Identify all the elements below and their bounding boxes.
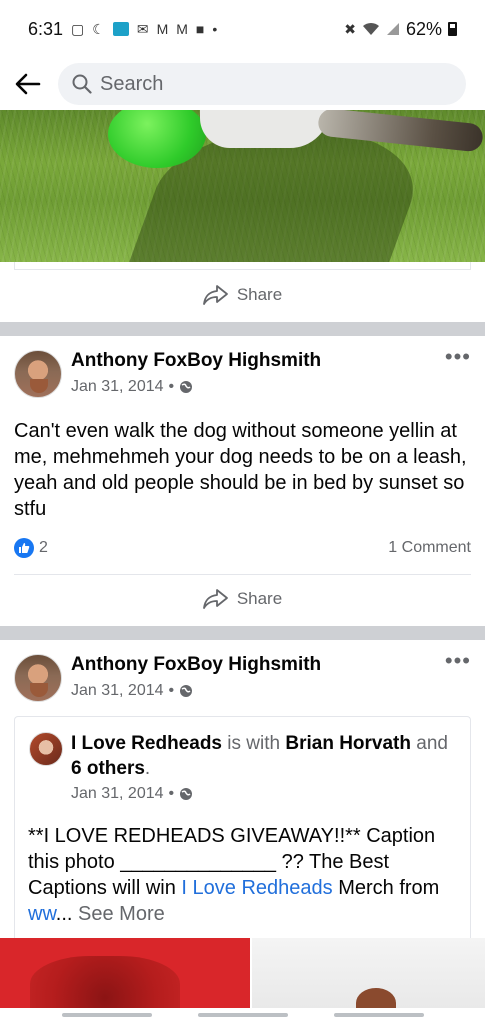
avatar-beard — [30, 683, 48, 697]
photo-red-chair[interactable] — [0, 938, 250, 1008]
status-bar: 6:31 ▢ ☾ ✉ M M ■ • ✖ 62% — [0, 0, 485, 58]
globe-icon — [180, 685, 193, 697]
photo-redhead[interactable] — [252, 938, 485, 1008]
shared-post-text: **I LOVE REDHEADS GIVEAWAY!!** Caption t… — [28, 823, 460, 927]
wifi-icon — [362, 22, 379, 35]
post-date[interactable]: Jan 31, 2014 — [71, 378, 164, 396]
more-options-icon[interactable]: ••• — [445, 346, 471, 368]
share-icon — [202, 589, 228, 609]
moon-icon: ☾ — [92, 20, 105, 37]
search-input[interactable]: Search — [58, 63, 466, 105]
period: . — [144, 758, 151, 779]
system-nav-bar — [0, 1008, 485, 1023]
url-link[interactable]: ww — [28, 903, 56, 925]
post-divider — [0, 322, 485, 336]
more-options-icon[interactable]: ••• — [445, 650, 471, 672]
dot-icon: • — [212, 21, 218, 37]
see-more-link[interactable]: See More — [78, 903, 165, 925]
shared-post-meta: Jan 31, 2014 • — [71, 785, 193, 803]
card-edge — [14, 262, 471, 270]
post-text: Can't even walk the dog without someone … — [14, 420, 467, 520]
others-link[interactable]: 6 others — [71, 758, 145, 779]
search-icon — [72, 74, 92, 94]
meta-dot: • — [168, 378, 175, 395]
tagged-person[interactable]: Brian Horvath — [285, 733, 411, 754]
page-name[interactable]: I Love Redheads — [71, 733, 222, 754]
home-button[interactable] — [198, 1013, 288, 1017]
hair-shape — [356, 988, 396, 1008]
back-arrow-icon — [15, 73, 41, 95]
post-date[interactable]: Jan 31, 2014 — [71, 682, 164, 700]
page-avatar[interactable] — [29, 732, 63, 766]
meta-dot: • — [168, 682, 175, 699]
signal-icon — [386, 23, 399, 35]
shared-post-date[interactable]: Jan 31, 2014 — [71, 785, 164, 803]
post-header: Anthony FoxBoy Highsmith Jan 31, 2014 • … — [14, 650, 471, 706]
person-icon: ■ — [195, 21, 205, 37]
shared-post-header: I Love Redheads is with Brian Horvath an… — [71, 731, 461, 781]
shared-post-photos[interactable] — [0, 938, 485, 1008]
app-icon — [112, 22, 129, 36]
author-name[interactable]: Anthony FoxBoy Highsmith — [71, 654, 321, 676]
action-divider — [14, 574, 471, 575]
shared-post-card[interactable]: I Love Redheads is with Brian Horvath an… — [14, 716, 471, 938]
gmail-icon: M — [156, 21, 169, 37]
recents-button[interactable] — [62, 1013, 152, 1017]
status-time: 6:31 — [28, 18, 64, 39]
back-nav-button[interactable] — [334, 1013, 424, 1017]
share-button[interactable]: Share — [0, 588, 485, 610]
top-search-bar: Search — [0, 58, 485, 110]
notification-icon: ▢ — [71, 20, 85, 37]
share-label: Share — [236, 285, 283, 304]
globe-icon — [180, 381, 193, 393]
mute-icon: ✖ — [344, 20, 356, 37]
mail-icon: ✉ — [136, 20, 149, 37]
ellipsis: ... — [55, 903, 73, 925]
chair-shape — [30, 956, 180, 1008]
post-meta: Jan 31, 2014 • — [71, 682, 193, 700]
post-meta: Jan 31, 2014 • — [71, 378, 193, 396]
reactions-row: 2 1 Comment — [14, 536, 471, 560]
share-label: Share — [236, 589, 283, 608]
page-link[interactable]: I Love Redheads — [181, 877, 332, 899]
share-icon — [202, 285, 228, 305]
share-button[interactable]: Share — [0, 284, 485, 306]
meta-dot: • — [168, 785, 175, 802]
avatar[interactable] — [14, 350, 62, 398]
dog-body — [200, 110, 330, 148]
post-photo-dog[interactable] — [0, 110, 485, 262]
with-text: is with — [227, 733, 281, 754]
comment-count[interactable]: 1 Comment — [388, 539, 471, 557]
globe-icon — [180, 788, 193, 800]
shared-text-part2: Merch from — [338, 877, 440, 899]
reaction-count[interactable]: 2 — [39, 539, 48, 557]
avatar-beard — [30, 379, 48, 393]
search-placeholder: Search — [100, 72, 164, 95]
post-divider — [0, 626, 485, 640]
gmail-icon: M — [176, 21, 188, 37]
author-name[interactable]: Anthony FoxBoy Highsmith — [71, 350, 321, 372]
battery-percent: 62% — [405, 18, 442, 39]
battery-icon — [448, 22, 457, 36]
like-reaction-icon[interactable] — [14, 538, 34, 558]
avatar[interactable] — [14, 654, 62, 702]
and-text: and — [416, 733, 448, 754]
back-button[interactable] — [0, 58, 56, 110]
post-header: Anthony FoxBoy Highsmith Jan 31, 2014 • … — [14, 346, 471, 402]
